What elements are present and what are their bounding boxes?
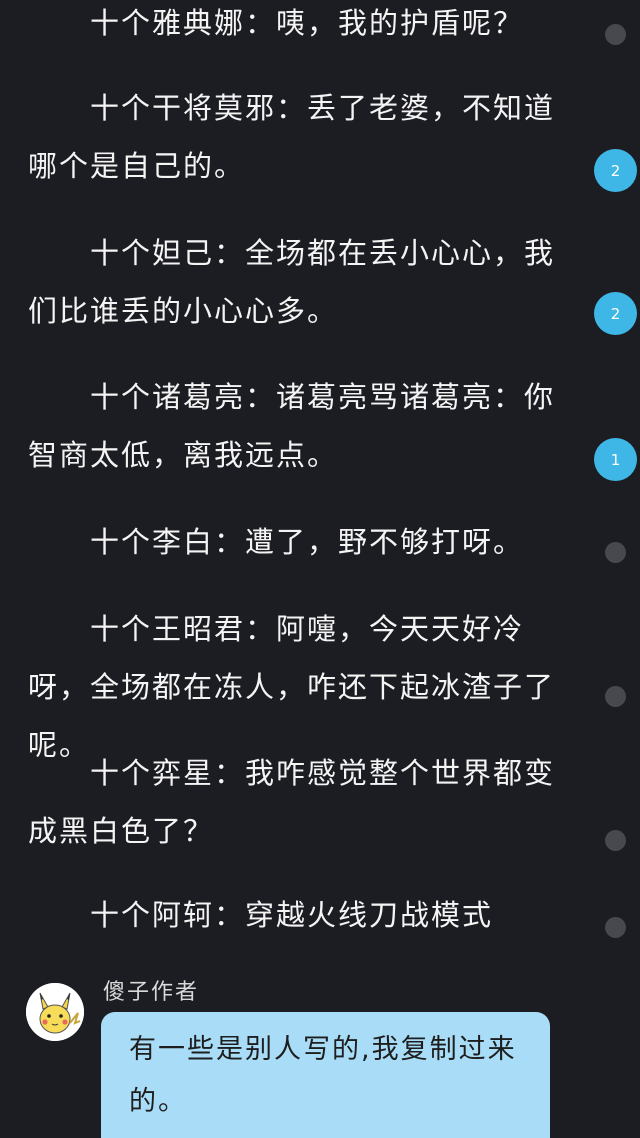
paragraph-yixing: 十个弈星：我咋感觉整个世界都变成黑白色了？ <box>28 756 556 848</box>
paragraph-comment-marker[interactable] <box>605 830 626 851</box>
paragraph-comment-marker[interactable] <box>605 542 626 563</box>
paragraph-athena: 十个雅典娜：咦，我的护盾呢？ <box>90 6 525 40</box>
paragraph-libai: 十个李白：遭了，野不够打呀。 <box>90 525 525 559</box>
chapter-reader: 十个雅典娜：咦，我的护盾呢？ 十个干将莫邪：丢了老婆，不知道哪个是自己的。 2 … <box>0 0 640 1138</box>
paragraph-comment-marker[interactable] <box>605 686 626 707</box>
pikachu-avatar-icon[interactable] <box>26 983 84 1041</box>
author-comment-bubble[interactable]: 有一些是别人写的,我复制过来的。 <box>101 1012 550 1138</box>
paragraph-comment-badge[interactable]: 1 <box>594 438 637 481</box>
comment-count: 2 <box>610 161 621 180</box>
paragraph-ake: 十个阿轲：穿越火线刀战模式 <box>90 898 494 932</box>
paragraph-comment-badge[interactable]: 2 <box>594 292 637 335</box>
paragraph-ganjiang-moye: 十个干将莫邪：丢了老婆，不知道哪个是自己的。 <box>28 91 556 183</box>
paragraph-comment-marker[interactable] <box>605 24 626 45</box>
comment-count: 2 <box>610 304 621 323</box>
paragraph-daji: 十个妲己：全场都在丢小心心，我们比谁丢的小心心多。 <box>28 236 556 328</box>
comment-count: 1 <box>610 450 621 469</box>
author-comment-text: 有一些是别人写的,我复制过来的。 <box>129 1034 517 1117</box>
paragraph-zhugeliang: 十个诸葛亮：诸葛亮骂诸葛亮：你智商太低，离我远点。 <box>28 380 556 472</box>
paragraph-comment-marker[interactable] <box>605 917 626 938</box>
comment-author-name: 傻子作者 <box>103 980 200 1005</box>
paragraph-comment-badge[interactable]: 2 <box>594 149 637 192</box>
